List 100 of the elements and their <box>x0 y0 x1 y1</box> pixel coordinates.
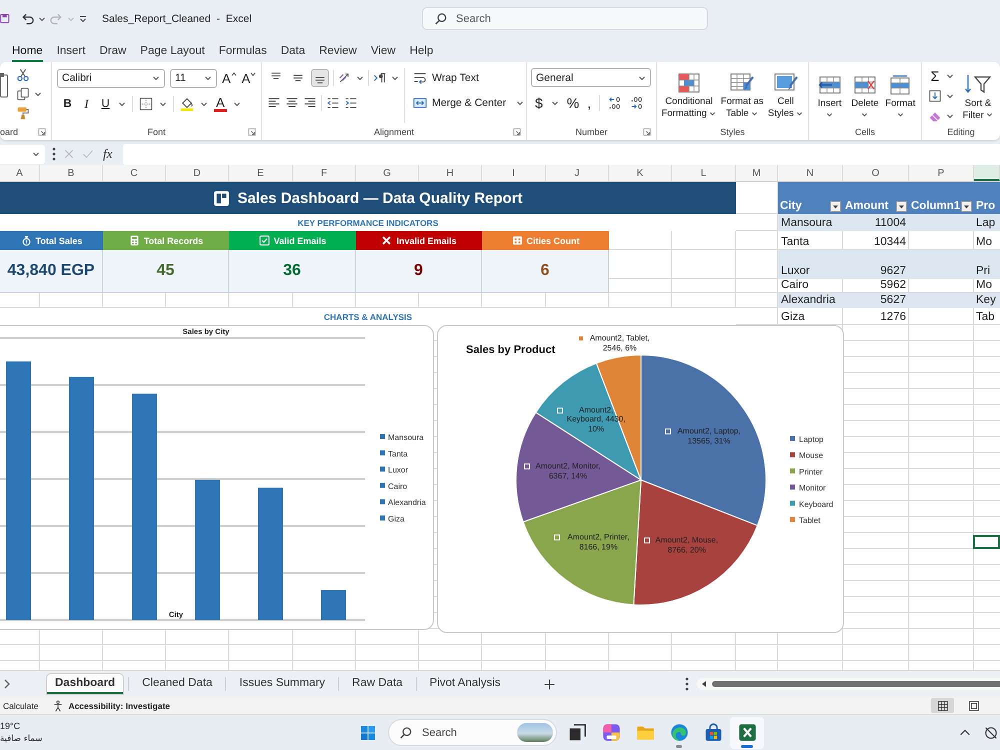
plus-icon[interactable] <box>542 678 556 690</box>
column-header[interactable]: H <box>419 165 482 181</box>
column-header[interactable]: O <box>843 165 909 181</box>
caret-icon[interactable] <box>356 74 364 82</box>
caret-icon[interactable] <box>516 99 524 107</box>
caret-icon[interactable] <box>946 92 954 100</box>
windows-logo-icon[interactable] <box>360 724 376 740</box>
column-header[interactable]: L <box>672 165 736 181</box>
percent-button[interactable]: % <box>566 95 580 111</box>
undo-icon[interactable] <box>20 11 35 26</box>
scrollbar-track[interactable] <box>697 678 1000 690</box>
text-direction-icon[interactable] <box>373 71 387 85</box>
column-header[interactable]: B <box>40 165 103 181</box>
ribbon-tab[interactable]: Page Layout <box>140 45 205 62</box>
column-header[interactable]: G <box>356 165 419 181</box>
autosum-button[interactable]: Σ <box>928 68 942 84</box>
caret-icon[interactable] <box>946 112 954 120</box>
delete-button[interactable]: Delete <box>848 68 882 123</box>
filter-dropdown-icon[interactable] <box>830 201 841 212</box>
font-size-dropdown[interactable]: 11 <box>170 68 217 88</box>
ribbon-tab[interactable]: View <box>370 45 396 62</box>
align-left-icon[interactable] <box>267 96 281 110</box>
format-button[interactable]: Format <box>884 68 917 123</box>
save-icon[interactable] <box>0 12 10 25</box>
scroll-left-icon[interactable] <box>701 680 707 688</box>
format-as-table-button[interactable]: Format as Table <box>720 68 764 123</box>
italic-button[interactable]: I <box>80 96 93 112</box>
column-header[interactable] <box>974 165 1000 181</box>
decrease-decimal-icon[interactable] <box>630 96 644 110</box>
bold-button[interactable]: B <box>61 98 74 110</box>
caret-icon[interactable] <box>550 99 559 107</box>
column-header[interactable]: M <box>736 165 778 181</box>
dialog-launcher-icon[interactable] <box>643 128 651 136</box>
column-header[interactable]: N <box>778 165 843 181</box>
conditional-formatting-button[interactable]: Conditional Formatting <box>660 68 718 123</box>
caret-icon[interactable] <box>118 100 126 108</box>
accessibility-status[interactable]: Accessibility: Investigate <box>68 700 170 710</box>
caret-icon[interactable] <box>159 100 167 108</box>
increase-indent-icon[interactable] <box>344 96 358 110</box>
dialog-launcher-icon[interactable] <box>38 128 46 136</box>
more-icon[interactable] <box>685 677 689 691</box>
column-header[interactable]: F <box>293 165 356 181</box>
filter-dropdown-icon[interactable] <box>896 201 907 212</box>
search-field[interactable]: Search <box>422 7 708 30</box>
underline-button[interactable]: U <box>99 98 112 110</box>
sheet-tab[interactable]: Dashboard <box>47 674 124 694</box>
column-header[interactable]: D <box>166 165 229 181</box>
selected-cell[interactable] <box>973 535 1000 549</box>
column-header[interactable]: E <box>229 165 293 181</box>
paintbrush-icon[interactable] <box>16 106 30 120</box>
ribbon-tab[interactable]: Draw <box>99 45 126 62</box>
caret-icon[interactable] <box>232 100 241 108</box>
sheet-tab[interactable]: Raw Data <box>344 674 411 694</box>
ribbon-tab[interactable]: Data <box>280 45 306 62</box>
increase-decimal-icon[interactable] <box>608 96 622 110</box>
ribbon-tab[interactable]: Review <box>319 45 357 62</box>
column-header[interactable]: K <box>609 165 672 181</box>
insert-function-button[interactable]: fx <box>101 146 114 162</box>
fill-color-icon[interactable] <box>180 97 194 111</box>
copy-icon[interactable] <box>16 87 30 101</box>
caret-icon[interactable] <box>38 14 46 22</box>
font-color-button[interactable]: A <box>214 96 227 112</box>
caret-icon[interactable] <box>34 90 42 98</box>
caret-icon[interactable] <box>391 74 399 82</box>
insert-button[interactable]: Insert <box>813 68 846 123</box>
clipboard-icon[interactable] <box>0 71 8 99</box>
column-header[interactable]: J <box>546 165 609 181</box>
dialog-launcher-icon[interactable] <box>513 128 521 136</box>
align-right-icon[interactable] <box>303 96 317 110</box>
sheet-tab[interactable]: Cleaned Data <box>134 674 220 694</box>
font-name-dropdown[interactable]: Calibri <box>57 68 165 88</box>
chevron-right-icon[interactable] <box>3 678 11 690</box>
increase-font-size-button[interactable]: A <box>222 70 237 86</box>
ribbon-tab[interactable]: Formulas <box>218 45 267 62</box>
caret-icon[interactable] <box>200 100 208 108</box>
filter-dropdown-icon[interactable] <box>961 201 972 212</box>
customize-menu-icon[interactable] <box>78 14 88 24</box>
cell-styles-button[interactable]: Cell Styles <box>766 68 805 123</box>
sort-filter-button[interactable]: Sort & Filter <box>960 68 996 124</box>
crossed-circle-icon[interactable] <box>984 726 998 740</box>
align-center-icon[interactable] <box>285 96 299 110</box>
column-header[interactable]: C <box>103 165 166 181</box>
caret-icon[interactable] <box>946 72 954 80</box>
sheet-tab[interactable]: Pivot Analysis <box>422 674 508 694</box>
decrease-font-size-button[interactable]: A <box>242 70 256 86</box>
borders-icon[interactable] <box>139 97 153 111</box>
scissors-icon[interactable] <box>16 68 30 82</box>
normal-view-button[interactable] <box>931 698 954 713</box>
align-bottom-button[interactable] <box>311 69 329 87</box>
fill-down-icon[interactable] <box>928 89 942 103</box>
merge-center-button[interactable]: Merge & Center <box>413 93 506 113</box>
ribbon-tab[interactable]: Insert <box>56 45 86 62</box>
currency-button[interactable]: $ <box>535 95 543 111</box>
comma-style-button[interactable]: , <box>587 95 592 111</box>
ribbon-tab[interactable]: Help <box>410 45 434 62</box>
dialog-launcher-icon[interactable] <box>248 128 256 136</box>
scrollbar-thumb[interactable] <box>712 681 1000 687</box>
column-header[interactable]: I <box>482 165 546 181</box>
sheet-tab[interactable]: Issues Summary <box>231 674 334 694</box>
column-header[interactable]: A <box>0 165 40 181</box>
